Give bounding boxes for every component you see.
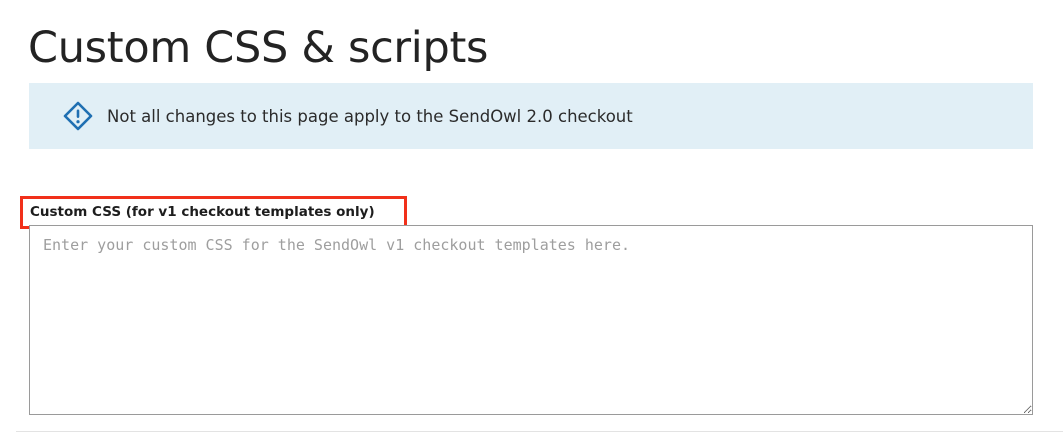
notice-banner: Not all changes to this page apply to th… xyxy=(29,83,1033,149)
info-diamond-icon xyxy=(63,101,93,131)
notice-text: Not all changes to this page apply to th… xyxy=(107,106,633,126)
page-title: Custom CSS & scripts xyxy=(28,23,489,73)
custom-css-textarea[interactable] xyxy=(29,225,1033,415)
section-divider xyxy=(16,431,1063,432)
